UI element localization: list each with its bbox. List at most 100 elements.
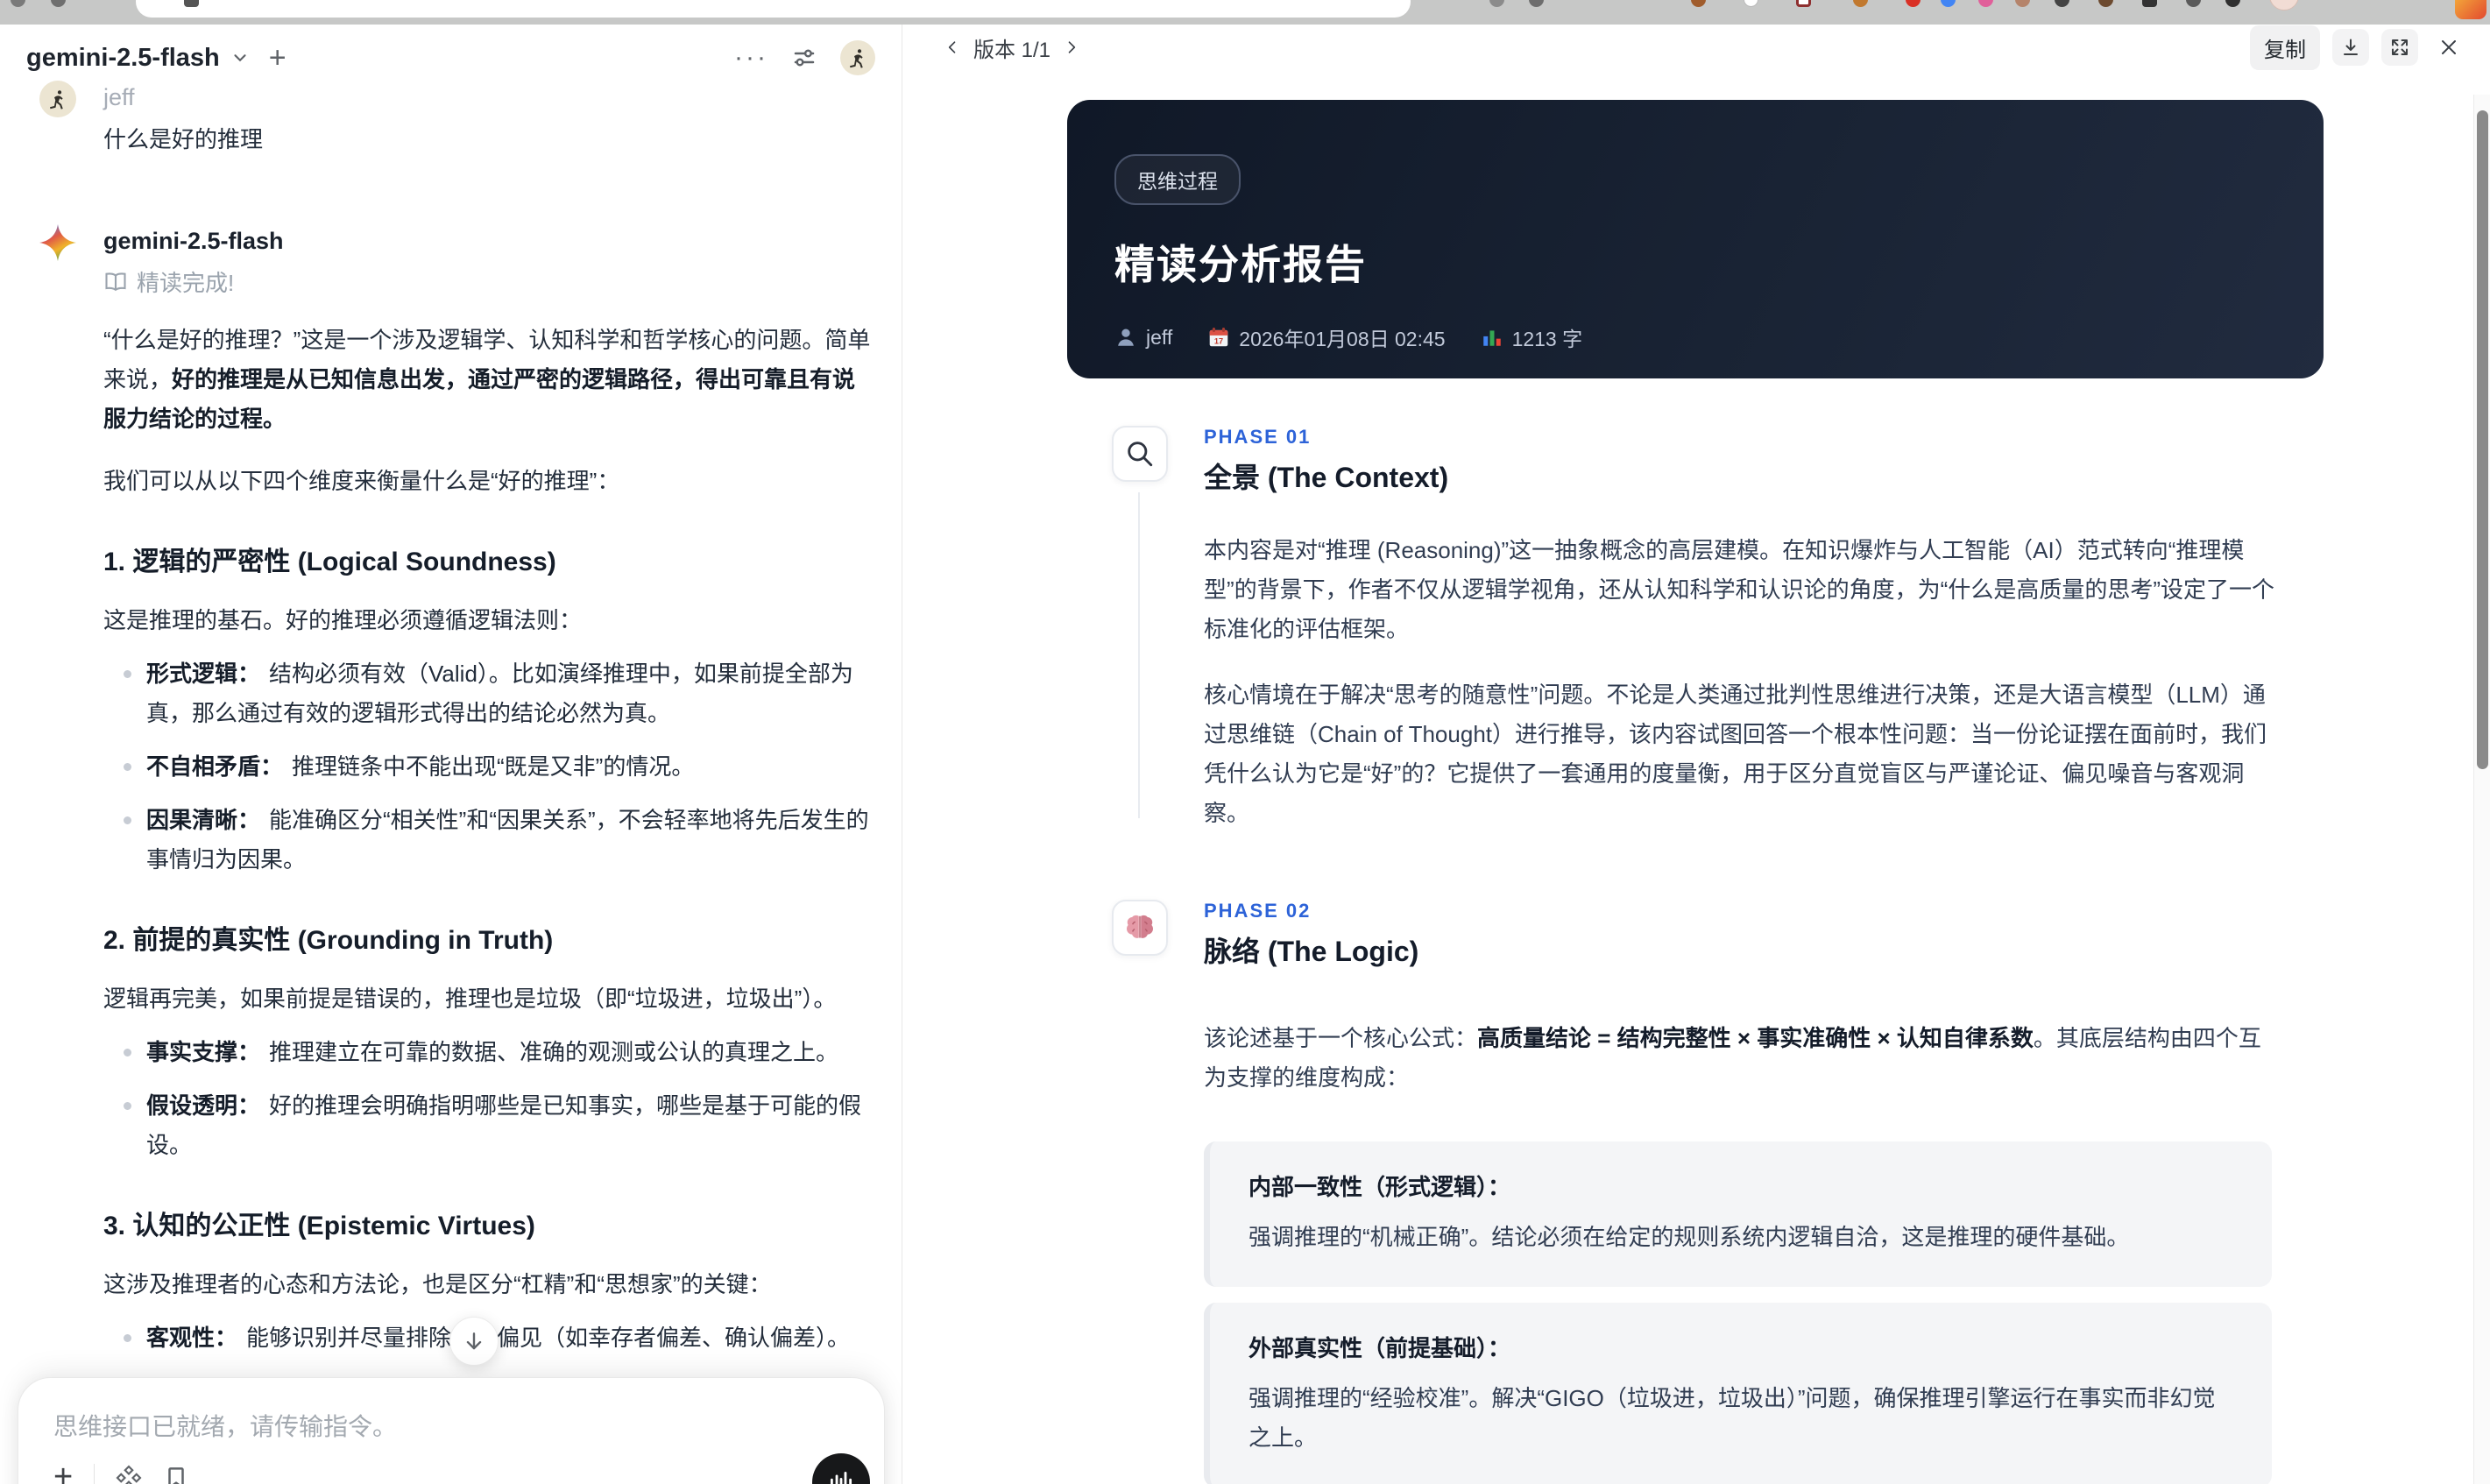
phase-section-1: PHASE 01 全景 (The Context) 本内容是对“推理 (Reas… — [1067, 426, 2469, 833]
brain-icon — [1112, 900, 1168, 956]
scrollbar-track[interactable] — [2473, 95, 2490, 1484]
section-lead: 逻辑再完美，如果前提是错误的，推理也是垃圾（即“垃圾进，垃圾出”）。 — [103, 986, 837, 1012]
scrollbar-thumb[interactable] — [2477, 110, 2488, 769]
extension-icon[interactable] — [1906, 0, 1921, 7]
expand-button[interactable] — [2381, 29, 2418, 66]
section-lead: 这是推理的基石。好的推理必须遵循逻辑法则： — [103, 607, 583, 633]
phase-timeline: PHASE 01 全景 (The Context) 本内容是对“推理 (Reas… — [1067, 426, 2469, 1484]
user-avatar — [39, 81, 76, 117]
extension-icon[interactable] — [1744, 0, 1758, 7]
scroll-to-bottom-button[interactable] — [449, 1317, 499, 1366]
expand-icon — [2392, 39, 2408, 55]
bookmark-icon[interactable] — [163, 1465, 189, 1484]
version-label: 版本 1/1 — [973, 38, 1051, 62]
avatar-figure-icon — [850, 49, 863, 68]
bullet-item: 事实支撑： 推理建立在可靠的数据、准确的观测或公认的真理之上。 — [103, 1033, 871, 1072]
extension-icon[interactable] — [1853, 0, 1868, 7]
profile-avatar[interactable] — [2269, 0, 2299, 11]
calendar-icon: 17 — [1209, 327, 1228, 347]
new-chat-button[interactable]: + — [269, 43, 286, 73]
extension-icon[interactable] — [1978, 0, 1993, 7]
dimension-text: 强调推理的“经验校准”。解决“GIGO（垃圾进，垃圾出）”问题，确保推理引擎运行… — [1249, 1385, 2216, 1451]
voice-input-button[interactable] — [812, 1453, 870, 1484]
browser-chrome — [0, 0, 2490, 25]
dimension-box: 外部真实性（前提基础）： 强调推理的“经验校准”。解决“GIGO（垃圾进，垃圾出… — [1204, 1303, 2272, 1484]
bullet-list: 形式逻辑： 结构必须有效（Valid）。比如演绎推理中，如果前提全部为真，那么通过… — [103, 654, 871, 880]
intro-paragraph: “什么是好的推理？”这是一个涉及逻辑学、认知科学和哲学核心的问题。简单来说，好的… — [103, 327, 871, 432]
extension-icon[interactable] — [2186, 0, 2201, 7]
bullet-list: 事实支撑： 推理建立在可靠的数据、准确的观测或公认的真理之上。 假设透明： 好的推理… — [103, 1033, 871, 1165]
section-heading: 2. 前提的真实性 (Grounding in Truth) — [103, 926, 554, 955]
extension-icon[interactable] — [2098, 0, 2113, 7]
phase-label: PHASE 01 — [1204, 426, 1312, 448]
report-hero-card: 思维过程 精读分析报告 jeff 17 2026年01月08日 02:45 12… — [1067, 100, 2324, 378]
extension-icon[interactable] — [1691, 0, 1706, 7]
extension-icon[interactable] — [2055, 0, 2069, 7]
download-button[interactable] — [2332, 29, 2369, 66]
bullet-item: 不自相矛盾： 推理链条中不能出现“既是又非”的情况。 — [103, 747, 871, 787]
phase-paragraph: 核心情境在于解决“思考的随意性”问题。不论是人类通过批判性思维进行决策，还是大语… — [1204, 682, 2267, 826]
phase-label: PHASE 02 — [1204, 900, 1312, 922]
chevron-right-icon[interactable] — [1063, 39, 1080, 56]
gemini-star-icon — [39, 224, 76, 261]
tab-favicon — [184, 0, 199, 7]
artifact-scroll-area[interactable]: 思维过程 精读分析报告 jeff 17 2026年01月08日 02:45 12… — [903, 70, 2469, 1484]
section-heading: 3. 认知的公正性 (Epistemic Virtues) — [103, 1212, 535, 1240]
dimension-box: 内部一致性（形式逻辑）： 强调推理的“机械正确”。结论必须在给定的规则系统内逻辑… — [1204, 1141, 2272, 1287]
chat-scroll-area[interactable]: jeff 什么是好的推理 gemini-2.5-flash 精读完成! “什么是… — [39, 81, 871, 1484]
copy-button[interactable]: 复制 — [2250, 25, 2320, 70]
model-title[interactable]: gemini-2.5-flash — [26, 44, 220, 73]
phase-formula: 该论述基于一个核心公式：高质量结论 = 结构完整性 × 事实准确性 × 认知自律… — [1204, 1025, 2261, 1091]
magnifier-icon — [1112, 426, 1168, 482]
phase-section-2: PHASE 02 脉络 (The Logic) 该论述基于一个核心公式：高质量结… — [1067, 900, 2469, 1484]
user-avatar[interactable] — [840, 40, 875, 75]
divider — [94, 1463, 95, 1484]
message-text: 什么是好的推理 — [103, 126, 263, 152]
extension-icon[interactable] — [1529, 0, 1544, 7]
phase-heading: 脉络 (The Logic) — [1204, 936, 1419, 967]
bullet-item: 形式逻辑： 结构必须有效（Valid）。比如演绎推理中，如果前提全部为真，那么通过… — [103, 654, 871, 733]
artifact-toolbar: 版本 1/1 复制 — [903, 25, 2490, 70]
sparkle-tools-icon[interactable] — [116, 1465, 142, 1484]
attach-button[interactable]: + — [53, 1459, 73, 1484]
meta-word-count: 1213 字 — [1481, 322, 1582, 352]
extension-icon[interactable] — [1941, 0, 1956, 7]
section-heading: 1. 逻辑的严密性 (Logical Soundness) — [103, 548, 556, 576]
composer-input[interactable]: 思维接口已就绪，请传输指令。 — [53, 1408, 849, 1443]
extension-icon[interactable] — [1796, 0, 1811, 7]
url-bar[interactable] — [136, 0, 1411, 18]
bullet-item: 假设透明： 好的推理会明确指明哪些是已知事实，哪些是基于可能的假设。 — [103, 1086, 871, 1165]
report-title: 精读分析报告 — [1114, 242, 1367, 287]
browser-menu-icon[interactable] — [2455, 0, 2486, 19]
composer: 思维接口已就绪，请传输指令。 + — [18, 1377, 885, 1484]
browser-icon — [11, 0, 25, 7]
dimension-title: 内部一致性（形式逻辑）： — [1249, 1174, 1511, 1200]
section-lead: 这涉及推理者的心态和方法论，也是区分“杠精”和“思想家”的关键： — [103, 1271, 772, 1297]
chevron-left-icon[interactable] — [944, 39, 961, 56]
assistant-body: “什么是好的推理？”这是一个涉及逻辑学、认知科学和哲学核心的问题。简单来说，好的… — [103, 321, 871, 1484]
message-author: jeff — [103, 84, 135, 110]
extension-icon[interactable] — [2015, 0, 2030, 7]
artifact-actions: 复制 — [2250, 25, 2467, 70]
assistant-name: gemini-2.5-flash — [103, 228, 284, 254]
extension-icon[interactable] — [2142, 0, 2157, 7]
close-panel-button[interactable] — [2430, 29, 2467, 66]
composer-toolbar: + — [53, 1459, 189, 1484]
bar-chart-icon — [1482, 330, 1501, 346]
book-icon — [105, 272, 126, 291]
extension-icon[interactable] — [2225, 0, 2240, 7]
intro-paragraph-2: 我们可以从以下四个维度来衡量什么是“好的推理”： — [103, 468, 620, 494]
phase-paragraph: 本内容是对“推理 (Reasoning)”这一抽象概念的高层建模。在知识爆炸与人… — [1204, 537, 2274, 642]
report-badge: 思维过程 — [1114, 154, 1241, 205]
artifact-panel: 版本 1/1 复制 思维过程 精读分析报告 jeff 17 2026年01月08… — [903, 25, 2490, 1484]
chat-header: gemini-2.5-flash + ··· — [0, 25, 902, 77]
more-options-icon[interactable]: ··· — [734, 43, 768, 73]
tune-settings-icon[interactable] — [791, 45, 817, 71]
svg-text:17: 17 — [1214, 337, 1223, 346]
dimension-text: 强调推理的“机械正确”。结论必须在给定的规则系统内逻辑自洽，这是推理的硬件基础。 — [1249, 1224, 2130, 1250]
chevron-down-icon[interactable] — [230, 48, 250, 67]
extension-icon[interactable] — [1489, 0, 1504, 7]
download-icon — [2344, 39, 2358, 55]
user-message: jeff 什么是好的推理 — [39, 81, 871, 154]
dimension-title: 外部真实性（前提基础）： — [1249, 1335, 1511, 1361]
